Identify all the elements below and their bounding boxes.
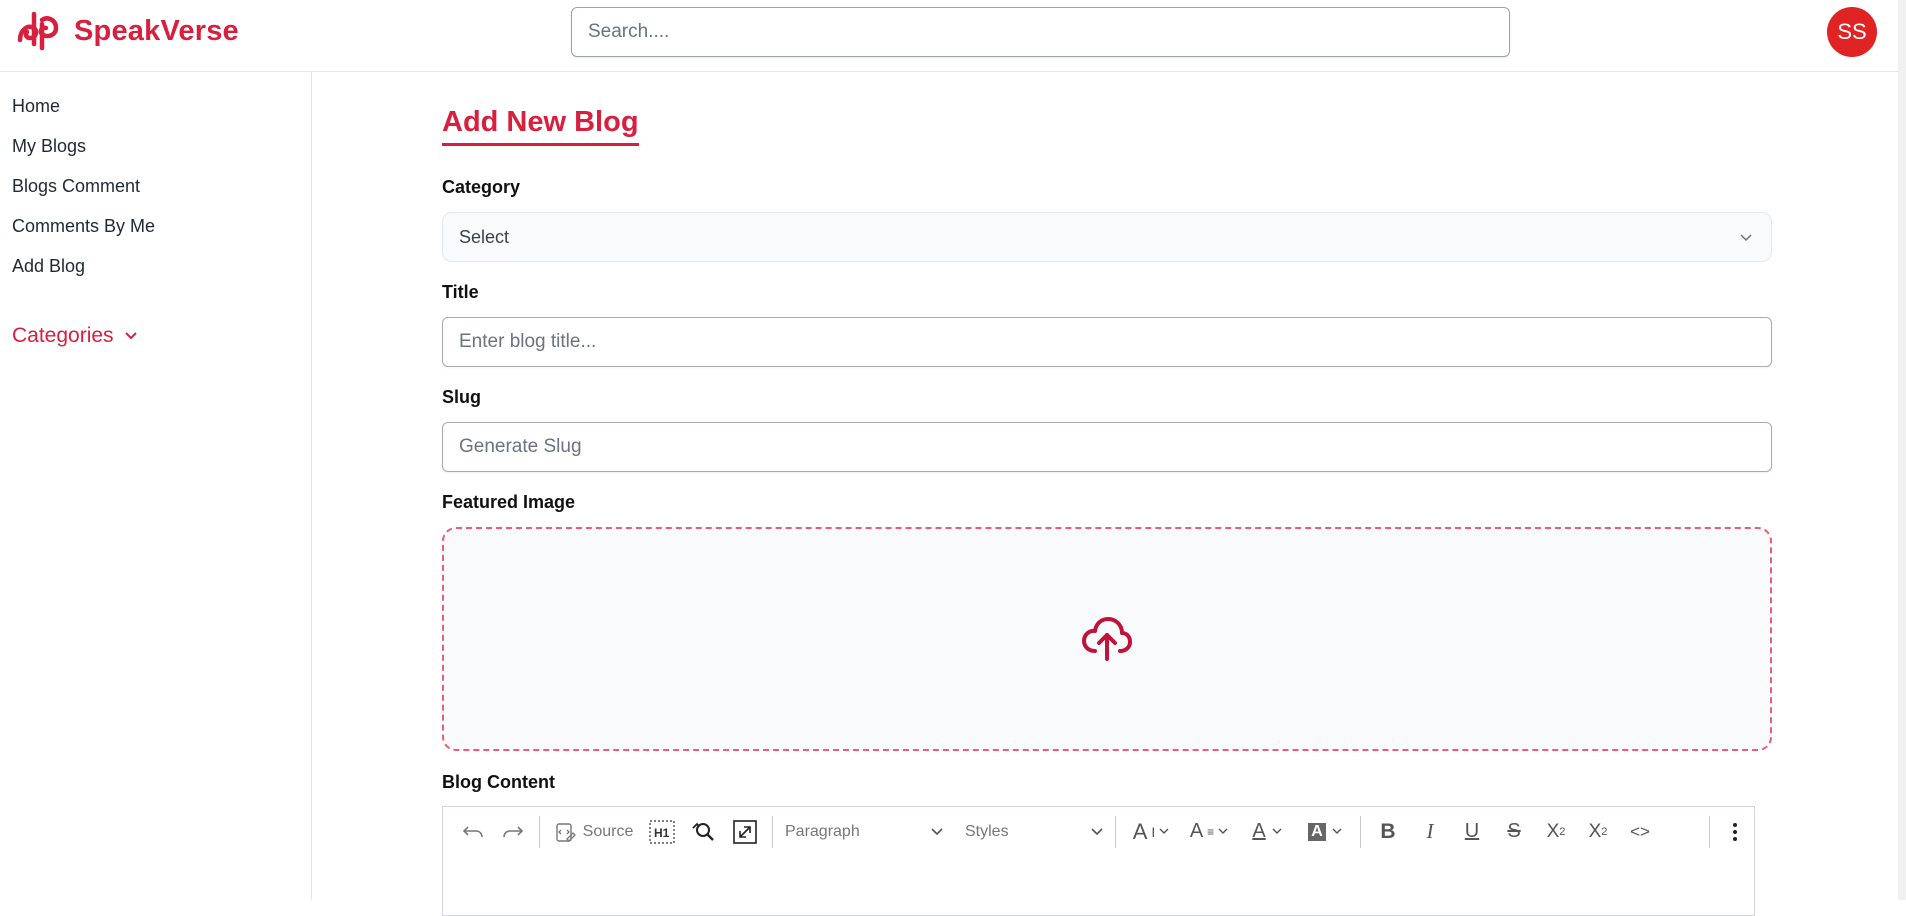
categories-toggle[interactable]: Categories [12,324,138,348]
paragraph-dropdown[interactable]: Paragraph [779,813,949,851]
source-button[interactable]: Source [546,813,642,851]
sidebar-item-add-blog[interactable]: Add Blog [12,256,85,277]
sidebar: Home My Blogs Blogs Comment Comments By … [0,72,312,900]
featured-image-label: Featured Image [442,492,576,512]
toolbar-separator [772,815,773,848]
font-color-icon[interactable]: A [1238,813,1296,851]
sidebar-item-my-blogs[interactable]: My Blogs [12,136,86,157]
featured-image-dropzone[interactable] [442,527,1772,751]
category-select[interactable]: Select [442,212,1772,262]
code-icon[interactable]: <> [1619,813,1661,851]
italic-icon[interactable]: I [1409,813,1451,851]
fullscreen-icon[interactable] [724,813,766,851]
toolbar-separator [539,815,540,848]
redo-icon[interactable] [493,813,533,851]
bold-icon[interactable]: B [1367,813,1409,851]
font-background-icon[interactable]: A [1296,813,1354,851]
categories-label: Categories [12,324,114,347]
title-input[interactable] [442,317,1772,367]
chevron-down-icon [1091,827,1103,835]
find-replace-icon[interactable] [682,813,724,851]
chevron-down-icon [1740,234,1752,242]
svg-text:H1: H1 [654,826,670,840]
superscript-icon[interactable]: X2 [1577,813,1619,851]
category-select-value: Select [459,226,510,247]
toolbar-separator [1709,815,1710,848]
upload-cloud-icon [1082,617,1132,661]
paragraph-label: Paragraph [785,822,860,840]
blog-content-label: Blog Content [442,772,555,792]
avatar[interactable]: SS [1827,7,1877,57]
category-label: Category [442,177,521,197]
slug-label: Slug [442,387,481,407]
speakverse-logo-icon [17,11,59,51]
title-label: Title [442,282,479,302]
undo-icon[interactable] [453,813,493,851]
sidebar-item-comments-by-me[interactable]: Comments By Me [12,216,155,237]
chevron-down-icon [124,332,137,340]
sidebar-item-home[interactable]: Home [12,96,60,117]
sidebar-item-blogs-comment[interactable]: Blogs Comment [12,176,140,197]
toolbar-separator [1360,815,1361,848]
styles-label: Styles [965,822,1009,840]
editor-toolbar: Source H1 Paragraph Styles AI A ≡ A A B I… [442,806,1755,857]
styles-dropdown[interactable]: Styles [959,813,1109,851]
slug-input[interactable] [442,422,1772,472]
scrollbar[interactable] [1898,0,1906,900]
more-icon[interactable] [1716,813,1754,851]
logo[interactable]: SpeakVerse [16,10,239,52]
search-input[interactable] [571,7,1510,57]
page-title: Add New Blog [442,106,639,146]
font-size-icon[interactable]: AI [1122,813,1180,851]
strikethrough-icon[interactable]: S [1493,813,1535,851]
chevron-down-icon [931,827,943,835]
top-header: SpeakVerse SS [0,0,1906,72]
underline-icon[interactable]: U [1451,813,1493,851]
toolbar-separator [1115,815,1116,848]
brand-name: SpeakVerse [74,14,239,47]
source-label: Source [582,822,634,840]
subscript-icon[interactable]: X2 [1535,813,1577,851]
font-family-icon[interactable]: A ≡ [1180,813,1238,851]
heading-icon[interactable]: H1 [642,813,682,851]
source-icon [555,822,576,842]
editor-content-area[interactable] [442,856,1755,916]
